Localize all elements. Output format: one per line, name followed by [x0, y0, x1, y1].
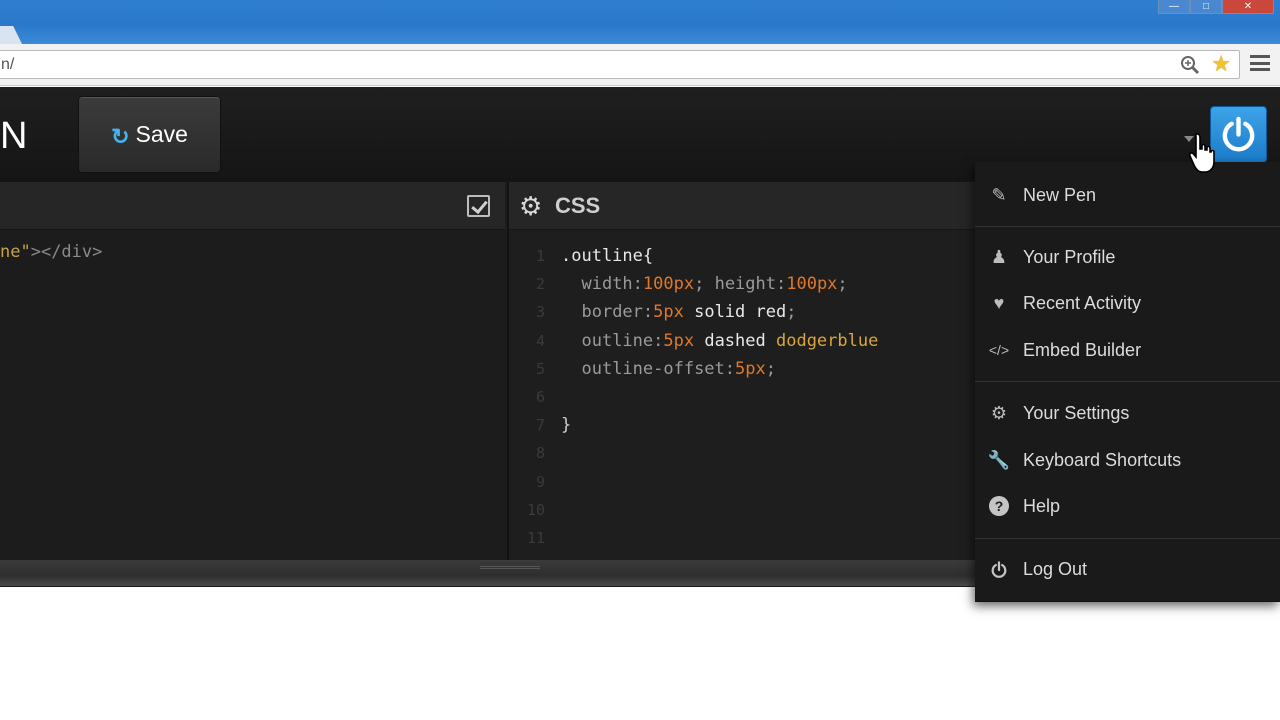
menu-item-keyboard-shortcuts[interactable]: 🔧 Keyboard Shortcuts: [975, 438, 1280, 482]
address-url: n/: [1, 56, 15, 73]
code-line: border:5px solid red;: [581, 302, 797, 323]
power-icon: [975, 559, 1023, 578]
css-code[interactable]: .outline{ width:100px; height:100px; bor…: [561, 242, 878, 439]
browser-toolbar: n/ ★: [0, 44, 1280, 86]
code-line: outline:5px dashed dodgerblue: [581, 330, 879, 351]
window-controls: — □ ✕: [1158, 0, 1280, 14]
code-icon: </>: [988, 342, 1010, 358]
menu-item-help[interactable]: ? Help: [975, 484, 1280, 528]
hand-cursor-icon: [1188, 133, 1215, 173]
menu-divider: [975, 381, 1280, 382]
user-menu-button[interactable]: [1211, 107, 1266, 162]
code-line: width:100px; height:100px;: [581, 274, 848, 295]
menu-item-new-pen[interactable]: ✎ New Pen: [975, 173, 1280, 217]
heart-icon: ♥: [993, 293, 1005, 313]
settings-gear-icon[interactable]: ⚙: [519, 193, 542, 219]
gear-icon: ⚙: [990, 403, 1008, 423]
code-line: outline-offset:5px;: [581, 358, 776, 379]
screen: — □ ✕ n/ ★ N ↻ Save ne"></div> ⚙ CSS 1 2…: [0, 0, 1280, 720]
html-code[interactable]: ne"></div>: [0, 242, 102, 262]
save-button[interactable]: ↻ Save: [78, 96, 221, 173]
user-icon: ♟: [990, 247, 1008, 267]
menu-icon[interactable]: [1250, 55, 1270, 71]
html-editor[interactable]: ne"></div>: [0, 182, 505, 560]
bookmark-star-icon[interactable]: ★: [1211, 52, 1231, 76]
wrench-icon: 🔧: [987, 450, 1011, 470]
logo: N: [0, 115, 29, 157]
html-editor-header: [0, 182, 505, 230]
refresh-icon: ↻: [111, 123, 130, 149]
browser-tab[interactable]: [0, 26, 22, 44]
menu-divider: [975, 226, 1280, 227]
menu-item-your-settings[interactable]: ⚙ Your Settings: [975, 391, 1280, 435]
line-numbers: 1 2 3 4 5 6 7 8 9 10 11: [526, 247, 545, 547]
address-bar[interactable]: n/ ★: [0, 50, 1240, 79]
maximize-button[interactable]: □: [1190, 0, 1222, 14]
menu-divider: [975, 538, 1280, 539]
menu-item-log-out[interactable]: Log Out: [975, 547, 1280, 591]
minimize-button[interactable]: —: [1158, 0, 1190, 14]
resize-grip[interactable]: [480, 566, 540, 569]
pencil-icon: ✎: [991, 185, 1007, 205]
menu-item-your-profile[interactable]: ♟ Your Profile: [975, 235, 1280, 279]
window-titlebar: — □ ✕: [0, 0, 1280, 44]
css-editor-title: CSS: [555, 193, 601, 218]
close-button[interactable]: ✕: [1222, 0, 1274, 14]
checkbox-icon[interactable]: [467, 195, 490, 217]
code-line: .outline{: [561, 246, 654, 266]
code-line: }: [561, 415, 572, 436]
menu-item-embed-builder[interactable]: </> Embed Builder: [975, 328, 1280, 372]
help-icon: ?: [975, 496, 1023, 516]
power-icon: [1222, 116, 1255, 152]
save-button-label: Save: [135, 121, 188, 147]
zoom-icon[interactable]: [1179, 54, 1201, 76]
user-dropdown-menu: ✎ New Pen ♟ Your Profile ♥ Recent Activi…: [975, 162, 1280, 602]
menu-item-recent-activity[interactable]: ♥ Recent Activity: [975, 281, 1280, 325]
